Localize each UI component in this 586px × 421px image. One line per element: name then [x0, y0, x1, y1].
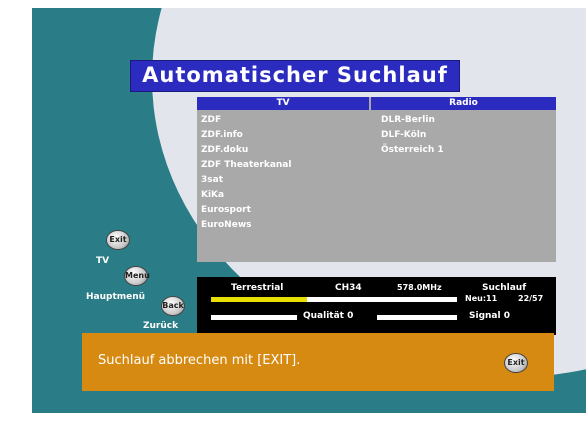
tv-channel-item: Eurosport	[201, 205, 251, 215]
frequency-label: 578.0MHz	[397, 283, 442, 292]
scan-status-panel: Terrestrial CH34 578.0MHz Suchlauf Neu:1…	[197, 277, 556, 335]
back-label: Zurück	[143, 321, 179, 331]
tv-column-header: TV	[197, 97, 369, 110]
scan-progress-bar	[211, 297, 457, 302]
new-count: Neu:11	[465, 294, 498, 303]
radio-column-header: Radio	[371, 97, 556, 110]
exit-button[interactable]: Exit	[106, 230, 130, 250]
radio-channel-item: DLF-Köln	[381, 130, 427, 140]
quality-bar	[211, 315, 297, 320]
scan-progress-fill	[211, 297, 307, 302]
back-button[interactable]: Back	[161, 296, 185, 316]
menu-button[interactable]: Menu	[124, 266, 150, 286]
tv-channel-item: KiKa	[201, 190, 225, 200]
progress-count: 22/57	[518, 294, 544, 303]
source-label: Terrestrial	[231, 283, 284, 293]
tv-channel-item: ZDF Theaterkanal	[201, 160, 292, 170]
tv-channel-item: ZDF	[201, 115, 222, 125]
radio-channel-item: DLR-Berlin	[381, 115, 435, 125]
tv-channel-item: ZDF.info	[201, 130, 243, 140]
menu-label: Hauptmenü	[86, 292, 146, 302]
cancel-hint: Suchlauf abbrechen mit [EXIT].	[98, 353, 301, 368]
exit-button-icon[interactable]: Exit	[504, 353, 528, 373]
channel-list-panel: TV Radio ZDF ZDF.info ZDF.doku ZDF Theat…	[197, 97, 556, 262]
signal-label: Signal 0	[469, 311, 510, 321]
tv-channel-item: ZDF.doku	[201, 145, 249, 155]
quality-label: Qualität 0	[303, 311, 354, 321]
exit-label: TV	[96, 256, 110, 266]
mode-label: Suchlauf	[482, 283, 527, 293]
page-title: Automatischer Suchlauf	[142, 63, 448, 87]
tv-channel-item: EuroNews	[201, 220, 252, 230]
tv-channel-item: 3sat	[201, 175, 223, 185]
signal-bar	[377, 315, 457, 320]
title-bar: Automatischer Suchlauf	[130, 60, 460, 92]
message-bar: Suchlauf abbrechen mit [EXIT]. Exit	[82, 333, 554, 391]
radio-channel-item: Österreich 1	[381, 145, 444, 155]
channel-label: CH34	[335, 283, 362, 293]
